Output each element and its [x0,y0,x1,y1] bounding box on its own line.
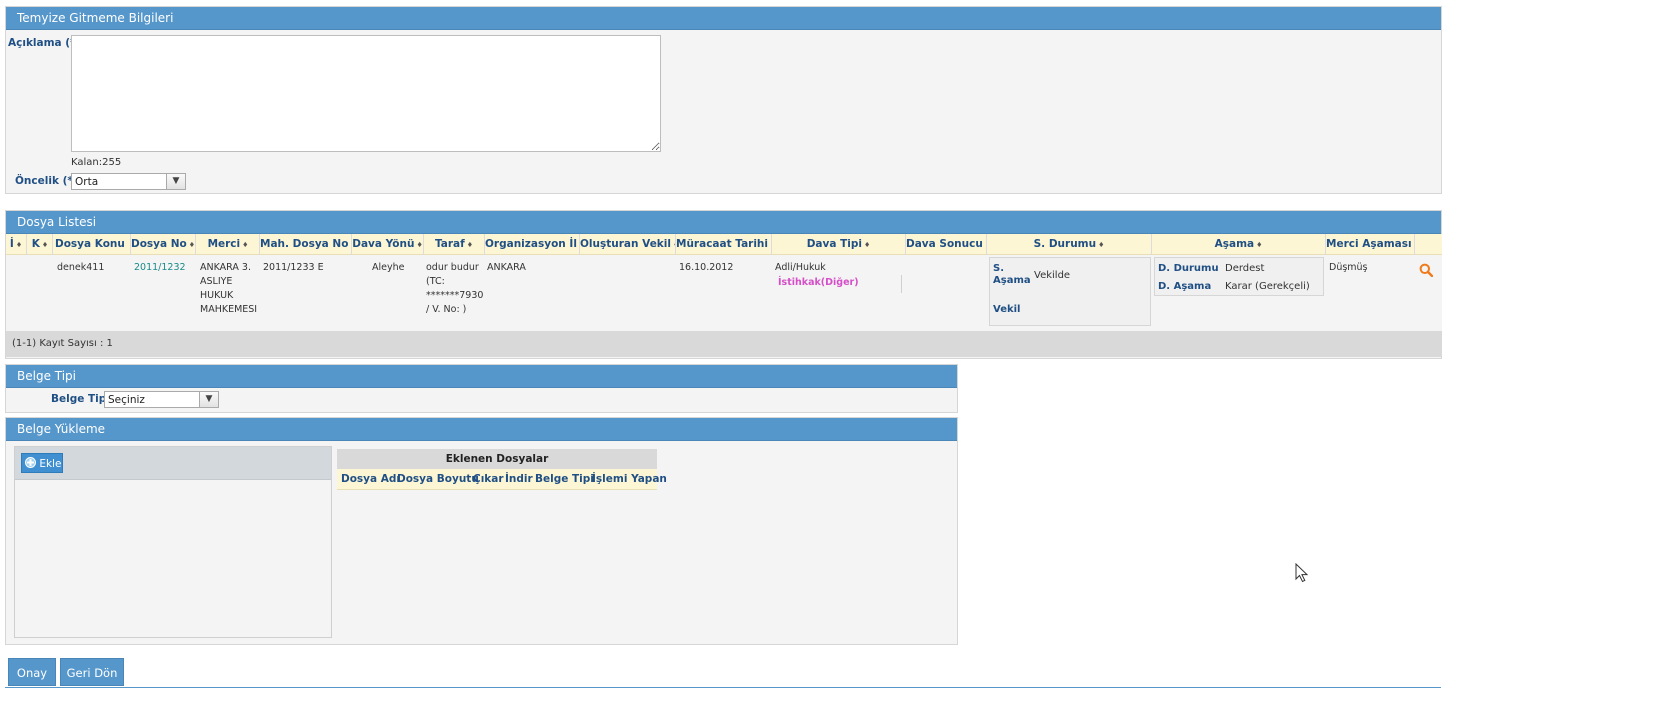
cell-muracaat-tarihi: 16.10.2012 [679,262,734,273]
cell-dosya-konu: denek411 [57,262,105,273]
eklenen-dosyalar-header: Dosya Adı Dosya Boyutu Çıkar İndir Belge… [337,469,667,490]
vekil-label: Vekil [993,304,1021,315]
eklenen-dosyalar-table: Eklenen Dosyalar Dosya Adı Dosya Boyutu … [337,449,667,490]
search-icon[interactable] [1419,263,1433,277]
asama-box: D. Durumu Derdest D. Aşama Karar (Gerekç… [1154,257,1324,296]
col-taraf[interactable]: Taraf ♦ [424,234,484,254]
col-merci-asamasi[interactable]: Merci Aşaması♦ [1326,234,1414,254]
eklenen-dosyalar-title: Eklenen Dosyalar [337,449,657,469]
col-s-durumu[interactable]: S. Durumu ♦ [987,234,1151,254]
s-asama-label: S. Aşama [993,263,1031,286]
belge-tipi-label: Belge Tipi [51,393,110,405]
oncelik-select[interactable]: Orta ▼ [71,173,186,190]
chevron-down-icon[interactable]: ▼ [199,392,218,407]
oncelik-selected-value: Orta [75,176,99,188]
col-asama[interactable]: Aşama ♦ [1152,234,1325,254]
cell-dosya-no-link[interactable]: 2011/1232 [134,261,186,275]
col-dava-yonu[interactable]: Dava Yönü ♦ [352,234,423,254]
d-asama-value: Karar (Gerekçeli) [1225,281,1310,292]
belge-tipi-selected-value: Seçiniz [108,394,145,406]
remaining-chars: Kalan:255 [71,157,122,168]
cell-dava-tipi-alt: İstihkak(Diğer) [778,277,859,288]
temyiz-panel: Temyize Gitmeme Bilgileri Açıklama (*) K… [5,6,1442,194]
belge-tipi-panel-title: Belge Tipi [6,365,957,388]
upload-toolbar: Ekle [15,447,331,480]
add-file-label: Ekle [39,458,62,470]
dosya-panel: Dosya Listesi İ♦ K♦ Dosya Konu♦ Dosya No… [5,210,1442,359]
cell-mah-dosya-no: 2011/1233 E [263,262,324,273]
cell-merci-asamasi: Düşmüş [1329,262,1368,273]
d-asama-label: D. Aşama [1158,281,1212,292]
s-asama-value: Vekilde [1034,270,1071,281]
temyiz-panel-title: Temyize Gitmeme Bilgileri [6,7,1441,30]
col-dosya-adi: Dosya Adı [341,473,401,485]
d-durumu-label: D. Durumu [1158,263,1219,274]
aciklama-textarea[interactable] [71,35,661,152]
table-row[interactable]: denek411 2011/1232 ANKARA 3. ASLIYE HUKUK M… [6,255,1442,331]
col-olusturan-vekil[interactable]: Oluşturan Vekil♦ [580,234,675,254]
col-muracaat-tarihi[interactable]: Müracaat Tarihi♦ [676,234,771,254]
dosya-table-header: İ♦ K♦ Dosya Konu♦ Dosya No♦ Merci♦ Mah. … [6,234,1442,255]
aciklama-label: Açıklama (*) [8,37,81,49]
cell-merci: ANKARA 3. ASLIYE HUKUK MAHKEMESI [200,262,258,315]
s-durumu-box: S. Aşama Vekilde Vekil [989,257,1151,326]
col-organizasyon-il[interactable]: Organizasyon İl♦ [485,234,579,254]
col-dava-tipi[interactable]: Dava Tipi ♦ [772,234,905,254]
chevron-down-icon[interactable]: ▼ [166,174,185,189]
cell-dava-yonu: Aleyhe [372,262,405,273]
upload-area[interactable]: Ekle [14,446,332,638]
col-merci[interactable]: Merci ♦ [196,234,260,254]
col-cikar: Çıkar [473,473,504,485]
mouse-cursor-icon [1295,563,1309,583]
col-islemi-yapan: İşlemi Yapan [592,473,667,485]
oncelik-label: Öncelik (*) [15,175,78,187]
belge-yukleme-panel-title: Belge Yükleme [6,418,957,441]
cell-organizasyon-il: ANKARA [487,262,526,273]
col-i[interactable]: İ ♦ [8,234,24,254]
cell-taraf: odur budur (TC: *******7930/ V. No: ) [426,262,484,315]
col-dava-sonucu[interactable]: Dava Sonucu♦ [906,234,986,254]
col-indir: İndir [505,473,533,485]
dosya-panel-title: Dosya Listesi [6,211,1441,234]
col-belge-tipi: Belge Tipi [535,473,594,485]
bottom-divider [5,687,1441,688]
dava-tipi-divider [901,275,902,293]
col-dosya-boyutu: Dosya Boyutu [397,473,479,485]
d-durumu-value: Derdest [1225,263,1265,274]
belge-tipi-select[interactable]: Seçiniz ▼ [104,391,219,408]
record-count: (1-1) Kayıt Sayısı : 1 [6,331,1442,357]
col-mah-dosya-no[interactable]: Mah. Dosya No♦ [260,234,351,254]
col-dosya-konu[interactable]: Dosya Konu♦ [55,234,127,254]
add-file-button[interactable]: Ekle [21,453,63,473]
geri-don-button[interactable]: Geri Dön [60,658,124,686]
col-dosya-no[interactable]: Dosya No ♦ [131,234,195,254]
plus-icon [25,457,36,468]
belge-yukleme-panel: Belge Yükleme Ekle Eklenen Dosyalar Dosy… [5,417,958,645]
cell-dava-tipi: Adli/Hukuk [775,262,826,273]
belge-tipi-panel: Belge Tipi Belge Tipi Seçiniz ▼ [5,364,958,413]
onay-button[interactable]: Onay [8,658,56,686]
col-k[interactable]: K ♦ [30,234,50,254]
